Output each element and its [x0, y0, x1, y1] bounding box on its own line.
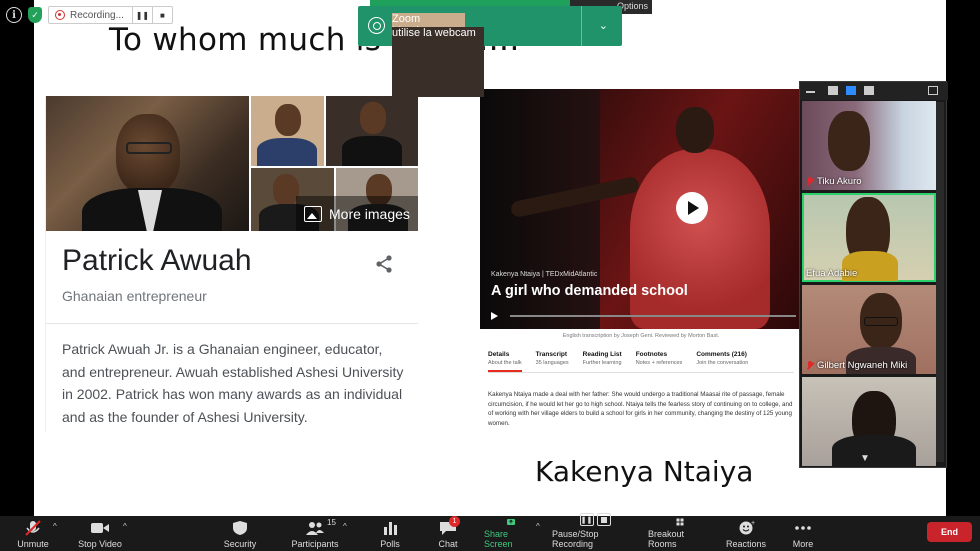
- muted-mic-icon: [806, 361, 814, 370]
- participants-count: 15: [327, 518, 336, 527]
- chevron-up-icon[interactable]: ^: [123, 522, 127, 531]
- pause-stop-recording-button[interactable]: ❚❚ Pause/Stop Recording: [552, 513, 638, 549]
- stop-video-label: Stop Video: [78, 539, 122, 549]
- participant-tile[interactable]: Gilbert Ngwaneh Miki: [802, 285, 936, 374]
- chevron-up-icon[interactable]: ^: [343, 522, 347, 531]
- more-button[interactable]: More: [790, 518, 816, 549]
- info-icon[interactable]: i: [6, 7, 22, 23]
- minimize-icon[interactable]: [806, 86, 816, 95]
- share-screen-icon: [507, 519, 515, 525]
- notification-message: utilise la webcam: [392, 27, 484, 97]
- transcript-credits: English transcription by Joseph Geni. Re…: [562, 333, 720, 339]
- stop-video-button[interactable]: Stop Video: [78, 518, 122, 549]
- recording-indicator-bar: i ✓ Recording... ❚❚ ■: [6, 6, 173, 24]
- participant-tile[interactable]: Efua Adabie: [802, 193, 936, 282]
- unmute-label: Unmute: [17, 539, 49, 549]
- smiley-icon: +: [739, 520, 755, 535]
- chat-icon: 1: [438, 516, 460, 536]
- slide-caption: Kakenya Ntaiya: [535, 455, 754, 488]
- shield-icon: [233, 521, 247, 535]
- progress-track[interactable]: [510, 315, 796, 317]
- strip-view-icon[interactable]: [864, 86, 874, 95]
- chevron-down-icon[interactable]: ▼: [860, 453, 870, 464]
- talk-meta: Kakenya Ntaiya | TEDxMidAtlantic: [491, 271, 598, 278]
- breakout-rooms-label: Breakout Rooms: [648, 529, 685, 549]
- participant-gallery: Tiku Akuro Efua Adabie Gilbert Ngwaneh M…: [799, 81, 948, 468]
- more-label: More: [792, 539, 814, 549]
- tab-comments[interactable]: Comments (216) Join the conversation: [696, 351, 748, 372]
- play-icon[interactable]: [676, 192, 708, 224]
- share-screen-button[interactable]: Share Screen: [484, 518, 538, 549]
- recording-label: Recording...: [70, 9, 124, 21]
- play-small-icon[interactable]: [491, 312, 498, 320]
- video-camera-icon: [91, 523, 109, 533]
- thumbnail-photo[interactable]: [326, 96, 418, 166]
- ted-talk-panel: Kakenya Ntaiya | TEDxMidAtlantic A girl …: [480, 89, 802, 427]
- muted-mic-icon: [806, 177, 814, 186]
- more-dots-icon: [795, 526, 811, 530]
- chevron-up-icon[interactable]: ^: [536, 522, 540, 531]
- entity-description: Patrick Awuah Jr. is a Ghanaian engineer…: [62, 341, 404, 425]
- meeting-toolbar: Unmute ^ Stop Video ^ Security Participa…: [0, 513, 980, 551]
- talk-tabs: Details About the talk Transcript 35 langu…: [488, 351, 794, 373]
- webcam-notification[interactable]: Zoom Meetings utilise la webcam ⌄: [358, 6, 622, 97]
- polls-label: Polls: [380, 539, 400, 549]
- reactions-button[interactable]: + Reactions: [726, 518, 766, 549]
- recording-icon: [55, 10, 65, 20]
- muted-mic-icon: [25, 520, 41, 536]
- divider: [46, 323, 418, 324]
- chat-button[interactable]: 1 Chat: [434, 516, 462, 549]
- talk-title: A girl who demanded school: [491, 283, 688, 299]
- participant-tile[interactable]: Tiku Akuro: [802, 101, 936, 190]
- gallery-scrollbar[interactable]: [936, 102, 944, 462]
- more-images-label: More images: [329, 205, 410, 222]
- gallery-view-icon[interactable]: [846, 86, 856, 95]
- polls-icon: [384, 522, 397, 535]
- end-meeting-button[interactable]: End: [927, 522, 972, 542]
- reactions-label: Reactions: [725, 539, 767, 549]
- pause-recording-label: Pause/Stop Recording: [552, 529, 599, 549]
- gallery-header: [800, 82, 948, 100]
- participant-name: Gilbert Ngwaneh Miki: [817, 360, 908, 371]
- video-player[interactable]: Kakenya Ntaiya | TEDxMidAtlantic A girl …: [480, 89, 802, 329]
- knowledge-panel: More images Patrick Awuah Ghanaian entre…: [45, 96, 418, 432]
- expand-icon[interactable]: [928, 86, 938, 95]
- talk-description: Kakenya Ntaiya made a deal with her fath…: [488, 391, 793, 427]
- security-button[interactable]: Security: [222, 518, 258, 549]
- encryption-shield-icon[interactable]: ✓: [28, 7, 42, 23]
- shared-screen: To whom much is given…. More images Patr…: [0, 0, 980, 516]
- webcam-icon: [368, 17, 385, 34]
- tab-transcript[interactable]: Transcript 35 languages: [536, 351, 569, 372]
- participant-name: Tiku Akuro: [817, 176, 862, 187]
- share-screen-label: Share Screen: [484, 529, 513, 549]
- participants-icon: [306, 522, 324, 535]
- security-label: Security: [223, 539, 257, 549]
- tab-footnotes[interactable]: Footnotes Notes + references: [636, 351, 683, 372]
- chevron-up-icon[interactable]: ^: [53, 522, 57, 531]
- participants-label: Participants: [291, 539, 339, 549]
- thumbnail-photo[interactable]: [251, 96, 324, 166]
- share-icon[interactable]: [374, 254, 394, 274]
- breakout-rooms-icon: [676, 518, 684, 526]
- pause-stop-icon: ❚❚: [577, 513, 613, 526]
- chat-label: Chat: [438, 539, 458, 549]
- participant-name: Efua Adabie: [806, 268, 858, 279]
- chevron-down-icon[interactable]: ⌄: [599, 19, 608, 32]
- chat-badge: 1: [449, 516, 460, 527]
- more-images-button[interactable]: More images: [296, 196, 418, 231]
- entity-subtitle: Ghanaian entrepreneur: [62, 288, 207, 304]
- unmute-button[interactable]: Unmute: [14, 518, 52, 549]
- speaker-view-icon[interactable]: [828, 86, 838, 95]
- tab-reading-list[interactable]: Reading List Further learning: [583, 351, 622, 372]
- pause-recording-icon[interactable]: ❚❚: [131, 6, 152, 24]
- image-icon: [304, 205, 322, 222]
- tab-details[interactable]: Details About the talk: [488, 351, 522, 372]
- main-photo[interactable]: [46, 96, 249, 231]
- svg-text:+: +: [751, 520, 755, 527]
- breakout-rooms-button[interactable]: Breakout Rooms: [648, 518, 712, 549]
- entity-name: Patrick Awuah: [62, 244, 252, 277]
- polls-button[interactable]: Polls: [376, 518, 404, 549]
- stop-recording-icon[interactable]: ■: [151, 6, 172, 24]
- recording-pill: Recording... ❚❚ ■: [48, 6, 173, 24]
